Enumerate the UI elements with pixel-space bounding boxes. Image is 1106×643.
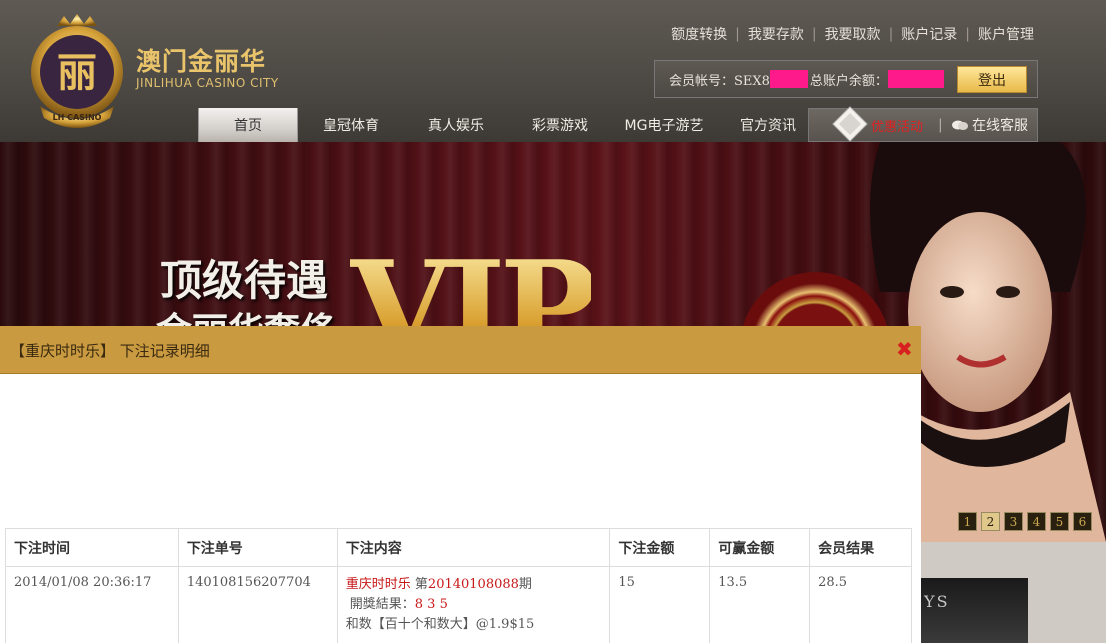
banner-page-4[interactable]: 4 <box>1027 512 1046 531</box>
column-header: 下注金额 <box>609 528 711 567</box>
brand-name-cn: 澳门金丽华 <box>136 47 267 76</box>
svg-text:丽: 丽 <box>57 50 97 96</box>
bet-record-dialog-header: 【重庆时时乐】 下注记录明细 ✖ <box>0 326 921 374</box>
column-header: 下注时间 <box>5 528 179 567</box>
banner-page-3[interactable]: 3 <box>1004 512 1023 531</box>
column-header: 下注内容 <box>336 528 611 567</box>
period-prefix: 第 <box>410 577 428 592</box>
banner-page-5[interactable]: 5 <box>1050 512 1069 531</box>
period-suffix: 期 <box>518 577 532 592</box>
bet-order-no: 140108156207704 <box>177 566 338 643</box>
result-label: 開獎結果： <box>349 597 415 612</box>
banner-page-2[interactable]: 2 <box>981 512 1000 531</box>
divider: | <box>965 26 970 42</box>
diamond-icon <box>832 106 868 142</box>
table-row: 2014/01/08 20:36:17 140108156207704 重庆时时… <box>5 566 912 643</box>
bet-records-table: 下注时间 下注单号 下注内容 下注金额 可赢金额 会员结果 2014/01/08… <box>5 528 912 643</box>
bet-content: 重庆时时乐 第20140108088期 開獎結果：8 3 5 和数【百十个和数大… <box>336 566 611 643</box>
nav-sports[interactable]: 皇冠体育 <box>302 108 400 142</box>
nav-right-panel: 优惠活动 | 在线客服 <box>808 106 1038 142</box>
bet-record-dialog-body: 下注时间 下注单号 下注内容 下注金额 可赢金额 会员结果 2014/01/08… <box>0 374 921 643</box>
bet-detail: 和数【百十个和数大】@1.9$15 <box>345 617 535 632</box>
promo-link[interactable]: 优惠活动 <box>871 116 923 135</box>
lower-thumbnail-text: YS <box>924 592 950 611</box>
divider: | <box>888 26 894 42</box>
column-header: 下注单号 <box>177 528 338 567</box>
online-service-link[interactable]: 在线客服 <box>951 115 1028 135</box>
column-header: 会员结果 <box>809 528 912 567</box>
nav-lottery[interactable]: 彩票游戏 <box>510 108 610 142</box>
member-result: 28.5 <box>809 566 912 643</box>
top-links: 额度转换 | 我要存款 | 我要取款 | 账户记录 | 账户管理 <box>671 24 1034 44</box>
bet-game-name: 重庆时时乐 <box>345 577 411 592</box>
lower-thumbnail[interactable]: YS <box>920 578 1028 643</box>
divider: | <box>811 26 817 42</box>
top-link-account-management[interactable]: 账户管理 <box>978 24 1034 44</box>
banner-headline: 顶级待遇 <box>160 256 329 305</box>
balance-label: 总账户余额： <box>809 73 888 89</box>
member-account-label: 会员帐号：SEX8 <box>669 73 770 89</box>
win-amount: 13.5 <box>709 566 811 643</box>
bet-period: 20140108088 <box>427 577 519 592</box>
banner-page-1[interactable]: 1 <box>958 512 977 531</box>
online-service-label: 在线客服 <box>972 118 1028 134</box>
banner-pager: 1 2 3 4 5 6 <box>958 512 1092 531</box>
logout-button[interactable]: 登出 <box>957 66 1027 93</box>
top-link-withdraw[interactable]: 我要取款 <box>825 24 881 44</box>
column-header: 可赢金额 <box>709 528 811 567</box>
redacted-account-id <box>769 70 808 88</box>
nav-news[interactable]: 官方资讯 <box>718 108 818 142</box>
bet-amount: 15 <box>609 566 711 643</box>
divider: | <box>735 26 740 42</box>
redacted-balance <box>887 70 944 88</box>
nav-mg-games[interactable]: MG电子游艺 <box>614 108 714 142</box>
nav-live-casino[interactable]: 真人娱乐 <box>406 108 506 142</box>
result-digits: 8 3 5 <box>414 597 448 612</box>
table-header-row: 下注时间 下注单号 下注内容 下注金额 可赢金额 会员结果 <box>5 528 912 567</box>
close-icon[interactable]: ✖ <box>896 339 914 359</box>
top-link-credit-transfer[interactable]: 额度转换 <box>671 24 727 44</box>
divider: | <box>938 117 943 133</box>
top-link-deposit[interactable]: 我要存款 <box>748 24 804 44</box>
account-bar: 会员帐号：SEX8 总账户余额： 登出 <box>654 60 1038 98</box>
dialog-title: 【重庆时时乐】 下注记录明细 <box>10 342 210 360</box>
chat-bubbles-icon <box>952 120 968 130</box>
banner-page-6[interactable]: 6 <box>1073 512 1092 531</box>
bet-time: 2014/01/08 20:36:17 <box>5 566 179 643</box>
nav-home[interactable]: 首页 <box>198 108 298 142</box>
brand-name-en: JINLIHUA CASINO CITY <box>136 76 279 90</box>
top-link-account-records[interactable]: 账户记录 <box>901 24 957 44</box>
